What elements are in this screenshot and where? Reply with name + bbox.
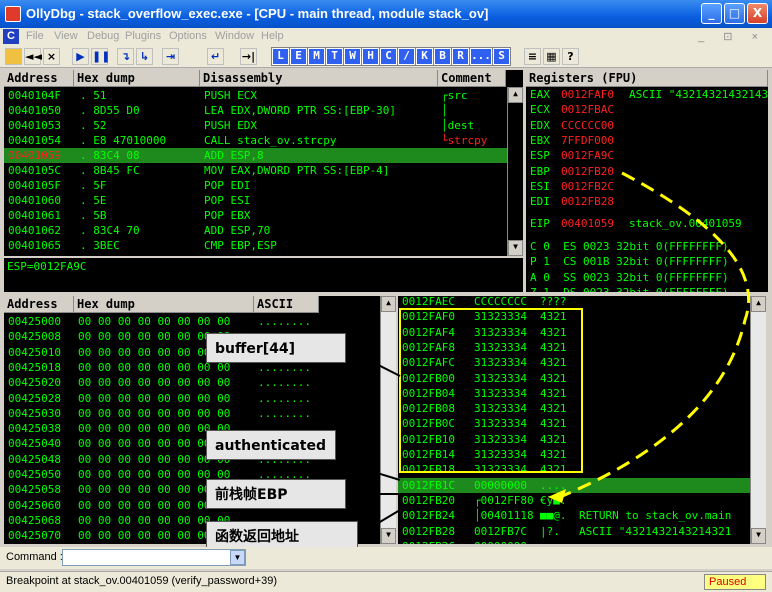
ebp-dashed-arrow — [559, 171, 751, 499]
authenticated-pointer-line — [334, 459, 401, 481]
command-input[interactable] — [62, 549, 246, 566]
paused-badge: Paused — [704, 574, 766, 590]
buffer-pointer-line — [344, 347, 401, 377]
command-label: Command : — [6, 551, 63, 563]
buffer-highlight-box — [399, 308, 583, 473]
ret-pointer-line — [357, 509, 401, 536]
callout-buffer: buffer[44] — [206, 333, 346, 363]
status-text: Breakpoint at stack_ov.00401059 (verify_… — [6, 575, 277, 587]
arrow-head-icon — [548, 489, 566, 503]
status-bar: Breakpoint at stack_ov.00401059 (verify_… — [0, 571, 772, 592]
command-bar: Command : ▼ — [0, 547, 772, 569]
command-dropdown-icon[interactable]: ▼ — [230, 550, 245, 565]
annotation-overlay — [334, 171, 751, 536]
callout-authenticated: authenticated — [206, 430, 336, 460]
callout-prev-ebp: 前栈帧EBP — [206, 479, 346, 509]
